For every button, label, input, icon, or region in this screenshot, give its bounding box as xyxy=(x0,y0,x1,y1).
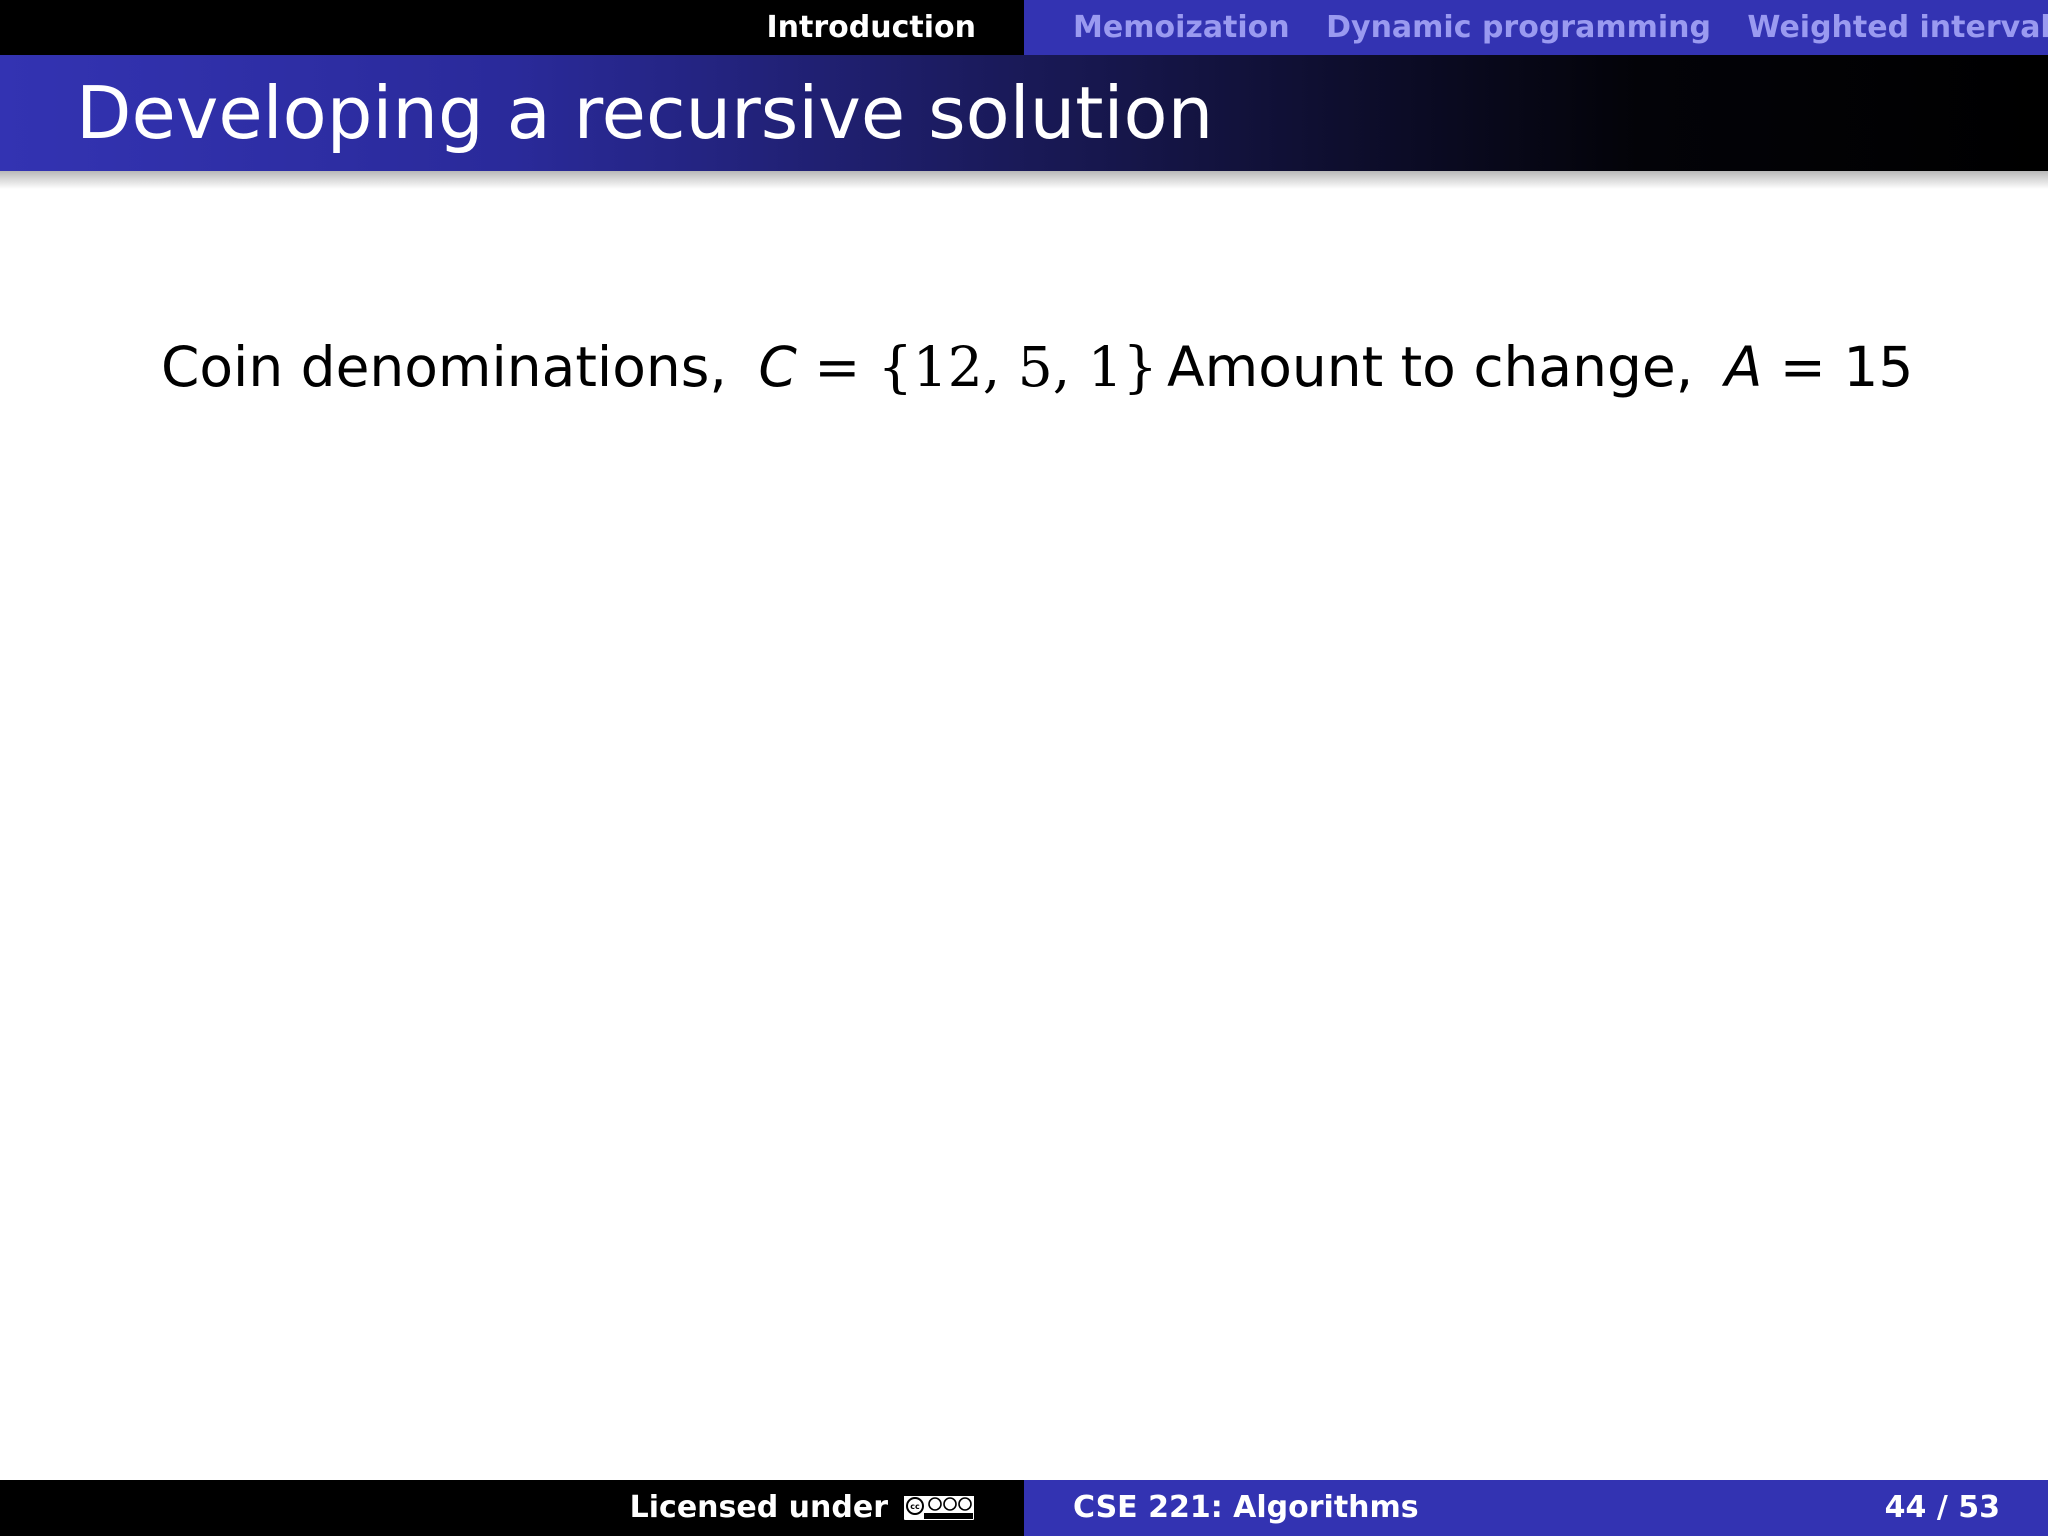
slide-title-bar: Developing a recursive solution xyxy=(0,55,2048,171)
title-bar-shadow xyxy=(0,171,2048,189)
page-counter[interactable]: 44 / 53 xyxy=(1885,1480,2000,1536)
license-label: Licensed under xyxy=(629,1490,888,1525)
svg-text:cc: cc xyxy=(910,1502,920,1511)
course-name: CSE 221: Algorithms xyxy=(1073,1490,1419,1525)
nav-section-weighted-interval[interactable]: Weighted interval sched xyxy=(1747,10,2048,45)
coin-denominations-line: Coin denominations, C = {12, 5, 1} xyxy=(161,327,1158,407)
amount-line: Amount to change, A = 15 xyxy=(1167,327,1913,407)
nav-current-section-area: Introduction xyxy=(0,0,1024,55)
nav-section-dynamic-programming[interactable]: Dynamic programming xyxy=(1326,10,1711,45)
creative-commons-icon[interactable]: cc xyxy=(902,1494,976,1522)
nav-section-list: Memoization Dynamic programming Weighted… xyxy=(1073,0,2048,55)
footer-license-area: Licensed under cc xyxy=(0,1480,1024,1536)
license-block: Licensed under cc xyxy=(630,1480,976,1536)
coin-set-variable: C xyxy=(758,335,797,399)
nav-sections-area: Memoization Dynamic programming Weighted… xyxy=(1024,0,2048,55)
page-total: 53 xyxy=(1958,1490,2000,1525)
amount-variable: A xyxy=(1724,335,1763,399)
amount-label: Amount to change, xyxy=(1167,335,1694,399)
slide-footer: Licensed under cc CSE 221: Algorithms 44… xyxy=(0,1480,2048,1536)
nav-current-section[interactable]: Introduction xyxy=(767,0,976,55)
section-navigation-bar: Introduction Memoization Dynamic program… xyxy=(0,0,2048,55)
coin-set-expression: = {12, 5, 1} xyxy=(796,335,1158,399)
nav-section-memoization[interactable]: Memoization xyxy=(1073,10,1290,45)
page-separator: / xyxy=(1926,1490,1959,1525)
amount-expression: = 15 xyxy=(1762,335,1914,399)
slide-title: Developing a recursive solution xyxy=(76,71,1214,155)
coin-denominations-label: Coin denominations, xyxy=(161,335,727,399)
footer-course-area: CSE 221: Algorithms 44 / 53 xyxy=(1024,1480,2048,1536)
page-current: 44 xyxy=(1884,1490,1927,1525)
